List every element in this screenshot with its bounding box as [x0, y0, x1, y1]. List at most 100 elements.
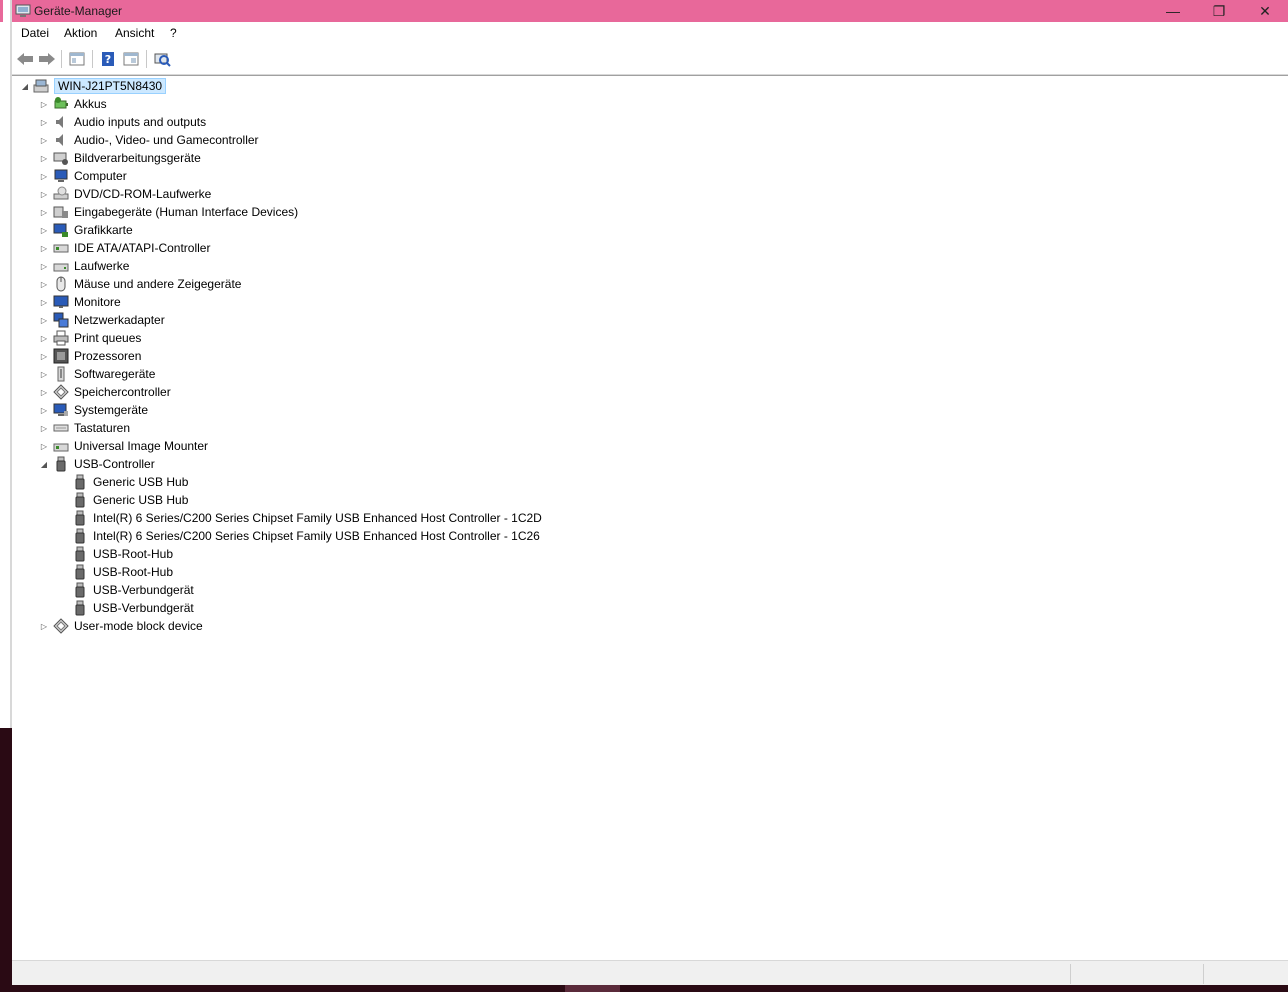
tree-category[interactable]: User-mode block device [53, 617, 203, 635]
menu-datei[interactable]: Datei [21, 26, 49, 40]
category-label: Audio inputs and outputs [74, 115, 207, 129]
tree-category[interactable]: USB-Controller [53, 455, 155, 473]
expand-expander[interactable]: ▷ [39, 369, 49, 379]
window-title: Geräte-Manager [34, 4, 123, 18]
expand-expander[interactable]: ▷ [39, 99, 49, 109]
tree-device[interactable]: USB-Verbundgerät [72, 581, 194, 599]
minimize-button[interactable]: — [1150, 0, 1196, 22]
status-bar [12, 960, 1288, 986]
collapse-expander[interactable]: ◢ [20, 81, 30, 91]
expand-expander[interactable]: ▷ [39, 279, 49, 289]
category-label: Bildverarbeitungsgeräte [74, 151, 201, 165]
camera-icon [53, 150, 69, 166]
device-tree[interactable]: ◢ WIN-J21PT5N8430 ▷ Akkus ▷ Audio inputs an… [12, 75, 1288, 961]
root-label: WIN-J21PT5N8430 [54, 78, 167, 94]
title-bar[interactable]: Geräte-Manager — ❐ ✕ [12, 0, 1288, 22]
collapse-expander[interactable]: ◢ [39, 459, 49, 469]
tree-category[interactable]: Systemgeräte [53, 401, 148, 419]
menu-aktion[interactable]: Aktion [64, 26, 97, 40]
keyboard-icon [53, 420, 69, 436]
tree-device[interactable]: USB-Root-Hub [72, 545, 173, 563]
category-label: Universal Image Mounter [74, 439, 209, 453]
expand-expander[interactable]: ▷ [39, 153, 49, 163]
usb-icon [53, 456, 69, 472]
image-mounter-icon [53, 438, 69, 454]
category-label: Grafikkarte [74, 223, 133, 237]
tree-device[interactable]: Generic USB Hub [72, 473, 188, 491]
usb-icon [72, 474, 88, 490]
speaker-icon [53, 114, 69, 130]
tree-category[interactable]: Eingabegeräte (Human Interface Devices) [53, 203, 298, 221]
help-button[interactable]: ? [98, 50, 118, 68]
expand-expander[interactable]: ▷ [39, 171, 49, 181]
tree-device[interactable]: USB-Verbundgerät [72, 599, 194, 617]
category-label: User-mode block device [74, 619, 203, 633]
display-adapter-icon [53, 222, 69, 238]
expand-expander[interactable]: ▷ [39, 423, 49, 433]
speaker-icon [53, 132, 69, 148]
tree-category[interactable]: Grafikkarte [53, 221, 133, 239]
tree-device[interactable]: USB-Root-Hub [72, 563, 173, 581]
expand-expander[interactable]: ▷ [39, 243, 49, 253]
tree-category[interactable]: DVD/CD-ROM-Laufwerke [53, 185, 211, 203]
show-hidden-button[interactable] [121, 50, 141, 68]
tree-category[interactable]: Bildverarbeitungsgeräte [53, 149, 201, 167]
expand-expander[interactable]: ▷ [39, 261, 49, 271]
close-icon: ✕ [1259, 2, 1271, 19]
tree-category[interactable]: Audio-, Video- und Gamecontroller [53, 131, 259, 149]
tree-category[interactable]: Prozessoren [53, 347, 141, 365]
expand-expander[interactable]: ▷ [39, 315, 49, 325]
tree-category[interactable]: Mäuse und andere Zeigegeräte [53, 275, 241, 293]
expand-expander[interactable]: ▷ [39, 207, 49, 217]
menu-help[interactable]: ? [170, 26, 177, 40]
expand-expander[interactable]: ▷ [39, 621, 49, 631]
restore-button[interactable]: ❐ [1196, 0, 1242, 22]
tree-category[interactable]: Print queues [53, 329, 141, 347]
expand-expander[interactable]: ▷ [39, 225, 49, 235]
category-label: IDE ATA/ATAPI-Controller [74, 241, 211, 255]
menu-ansicht[interactable]: Ansicht [115, 26, 154, 40]
device-label: USB-Root-Hub [93, 565, 174, 579]
category-label: DVD/CD-ROM-Laufwerke [74, 187, 212, 201]
expand-expander[interactable]: ▷ [39, 405, 49, 415]
tree-category[interactable]: Speichercontroller [53, 383, 171, 401]
tree-category[interactable]: Softwaregeräte [53, 365, 155, 383]
expand-expander[interactable]: ▷ [39, 189, 49, 199]
tree-category[interactable]: Tastaturen [53, 419, 130, 437]
tree-category[interactable]: Computer [53, 167, 127, 185]
processor-icon [53, 348, 69, 364]
tree-category[interactable]: IDE ATA/ATAPI-Controller [53, 239, 210, 257]
tree-device[interactable]: Intel(R) 6 Series/C200 Series Chipset Fa… [72, 527, 540, 545]
usb-icon [72, 564, 88, 580]
device-manager-app-icon [15, 4, 31, 17]
tree-device[interactable]: Intel(R) 6 Series/C200 Series Chipset Fa… [72, 509, 542, 527]
scan-hardware-button[interactable] [152, 50, 172, 68]
tree-category[interactable]: Monitore [53, 293, 121, 311]
usb-icon [72, 546, 88, 562]
properties-button[interactable] [67, 50, 87, 68]
category-label: Systemgeräte [74, 403, 149, 417]
expand-expander[interactable]: ▷ [39, 135, 49, 145]
tree-root[interactable]: WIN-J21PT5N8430 [33, 77, 167, 95]
back-button[interactable] [15, 50, 35, 68]
expand-expander[interactable]: ▷ [39, 333, 49, 343]
tree-category[interactable]: Laufwerke [53, 257, 129, 275]
close-button[interactable]: ✕ [1242, 0, 1288, 22]
tree-device[interactable]: Generic USB Hub [72, 491, 188, 509]
tree-category[interactable]: Akkus [53, 95, 107, 113]
forward-button[interactable] [37, 50, 57, 68]
tree-category[interactable]: Universal Image Mounter [53, 437, 208, 455]
expand-expander[interactable]: ▷ [39, 117, 49, 127]
storage-controller-icon [53, 618, 69, 634]
expand-expander[interactable]: ▷ [39, 387, 49, 397]
expand-expander[interactable]: ▷ [39, 351, 49, 361]
expand-expander[interactable]: ▷ [39, 297, 49, 307]
expand-expander[interactable]: ▷ [39, 441, 49, 451]
device-label: Generic USB Hub [93, 475, 189, 489]
desktop-backdrop [0, 0, 12, 992]
taskbar-highlight [565, 985, 620, 992]
toolbar-separator [92, 50, 93, 68]
tree-category[interactable]: Netzwerkadapter [53, 311, 165, 329]
show-hidden-icon [123, 52, 139, 66]
tree-category[interactable]: Audio inputs and outputs [53, 113, 206, 131]
